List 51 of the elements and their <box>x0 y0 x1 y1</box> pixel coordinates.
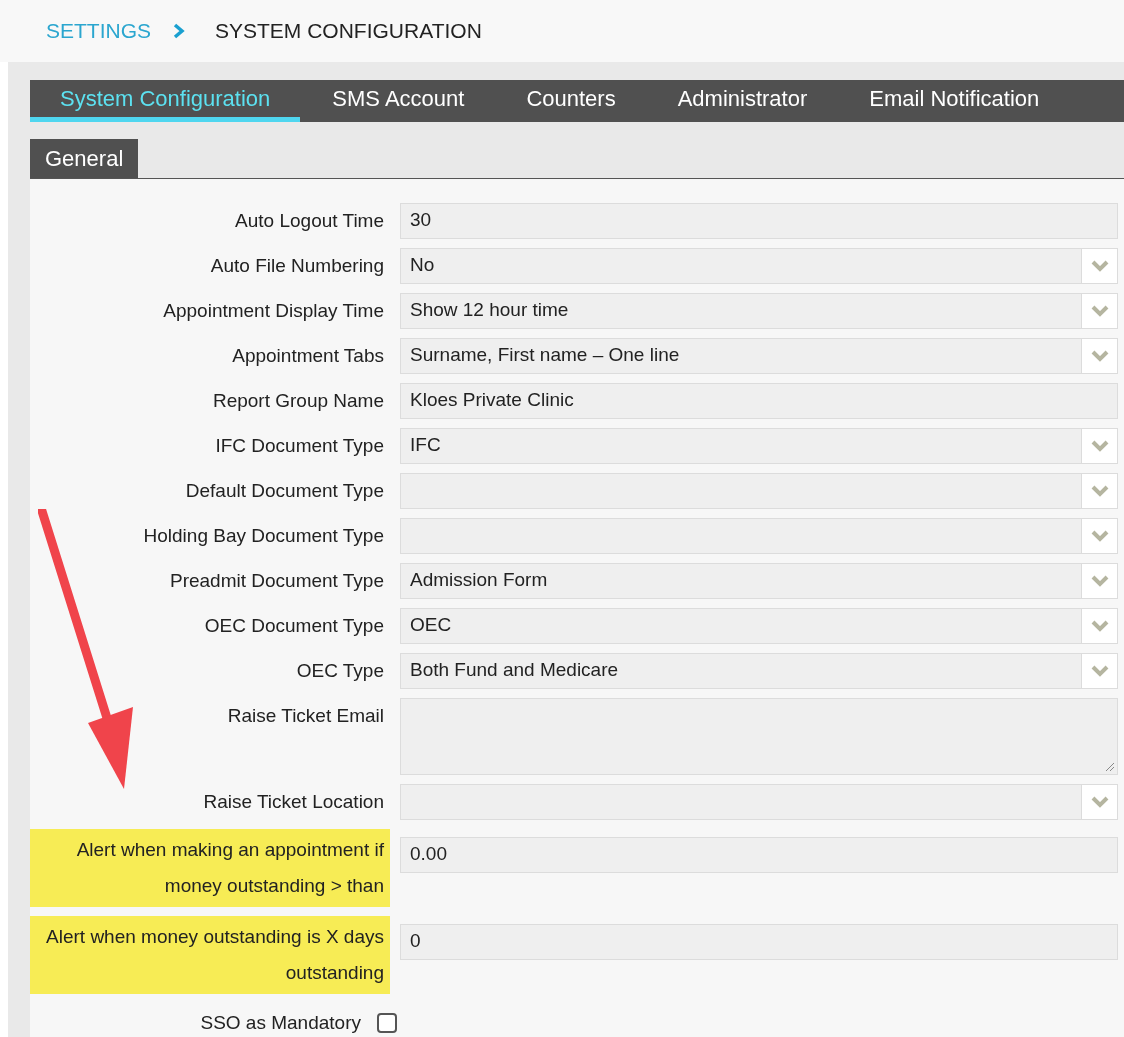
text-field[interactable]: 0 <box>400 923 1118 960</box>
dropdown-field[interactable] <box>400 783 1118 820</box>
chevron-down-icon <box>1090 795 1109 808</box>
chevron-down-icon <box>1090 439 1109 452</box>
dropdown-field[interactable]: Show 12 hour time <box>400 292 1118 329</box>
tab[interactable]: System Configuration <box>30 80 301 122</box>
field-label: Report Group Name <box>211 388 385 413</box>
tab[interactable]: Email Notification <box>869 80 1040 122</box>
breadcrumb-current: SYSTEM CONFIGURATION <box>215 18 482 45</box>
sub-tab[interactable]: General <box>30 138 139 178</box>
text-field[interactable]: Kloes Private Clinic <box>400 382 1118 419</box>
chevron-down-icon <box>1090 574 1109 587</box>
resize-grip-icon <box>1105 761 1115 772</box>
field-label: IFC Document Type <box>214 433 385 458</box>
chevron-down-icon <box>1090 349 1109 362</box>
chevron-down-icon <box>1090 304 1109 317</box>
chevron-down-icon <box>1090 529 1109 542</box>
field-label: Alert when money outstanding is X days outstanding <box>30 915 390 994</box>
tab[interactable]: SMS Account <box>332 80 465 122</box>
dropdown-field[interactable]: Surname, First name – One line <box>400 337 1118 374</box>
field-label: Raise Ticket Email <box>226 703 385 728</box>
field-label: Appointment Display Time <box>162 298 385 323</box>
dropdown-field[interactable]: OEC <box>400 607 1118 644</box>
dropdown-field[interactable]: IFC <box>400 427 1118 464</box>
dropdown-field[interactable]: Both Fund and Medicare <box>400 652 1118 689</box>
field-label: Holding Bay Document Type <box>142 523 385 548</box>
dropdown-field[interactable]: No <box>400 247 1118 284</box>
field-label: Raise Ticket Location <box>202 789 385 814</box>
field-label: Appointment Tabs <box>231 343 385 368</box>
text-field[interactable]: 30 <box>400 202 1118 239</box>
field-label: SSO as Mandatory <box>200 1010 361 1035</box>
dropdown-field[interactable] <box>400 472 1118 509</box>
field-label: Auto Logout Time <box>234 208 385 233</box>
dropdown-field[interactable] <box>400 517 1118 554</box>
tab[interactable]: Administrator <box>677 80 808 122</box>
chevron-right-icon <box>173 23 185 39</box>
field-label: Default Document Type <box>184 478 385 503</box>
tab[interactable]: Counters <box>526 80 616 122</box>
chevron-down-icon <box>1090 259 1109 272</box>
text-field[interactable]: 0.00 <box>400 836 1118 873</box>
dropdown-field[interactable]: Admission Form <box>400 562 1118 599</box>
field-label: Auto File Numbering <box>209 253 385 278</box>
text-area[interactable] <box>400 697 1118 775</box>
field-label: Preadmit Document Type <box>168 568 385 593</box>
chevron-down-icon <box>1090 484 1109 497</box>
checkbox[interactable] <box>377 1012 397 1033</box>
chevron-down-icon <box>1090 619 1109 632</box>
chevron-down-icon <box>1090 664 1109 677</box>
field-label: Alert when making an appointment if money outstanding > than <box>30 828 390 907</box>
field-label: OEC Document Type <box>203 613 385 638</box>
field-label: OEC Type <box>295 658 385 683</box>
